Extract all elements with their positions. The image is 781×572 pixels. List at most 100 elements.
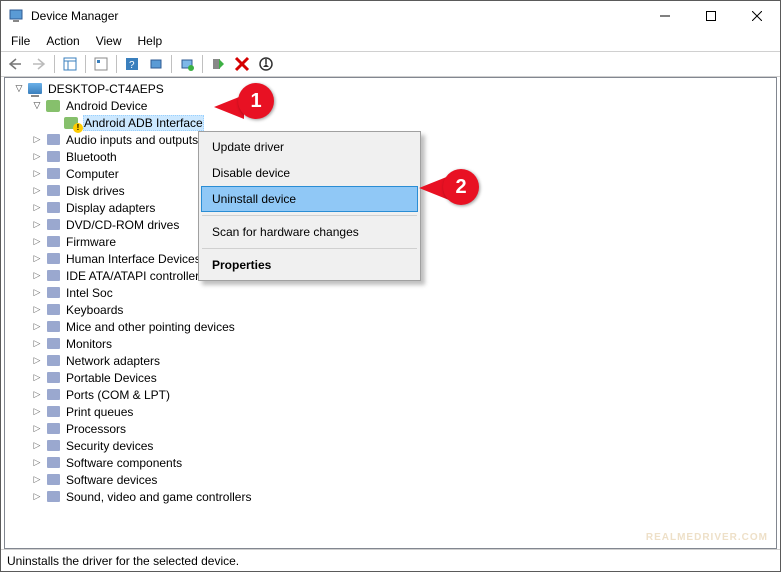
tree-category-label: Mice and other pointing devices	[65, 320, 236, 334]
chevron-right-icon[interactable]	[29, 268, 45, 284]
tree-category[interactable]: Print queues	[7, 403, 776, 420]
forward-button[interactable]	[27, 53, 51, 75]
callout-2: 2	[443, 169, 479, 205]
tree-item-label: Android ADB Interface	[83, 115, 204, 131]
context-separator	[202, 215, 417, 216]
chevron-right-icon[interactable]	[29, 251, 45, 267]
context-properties[interactable]: Properties	[201, 252, 418, 278]
tree-category-android[interactable]: Android Device	[7, 97, 776, 114]
chevron-right-icon[interactable]	[29, 166, 45, 182]
chevron-right-icon[interactable]	[29, 438, 45, 454]
tree-category[interactable]: Software components	[7, 454, 776, 471]
menu-view[interactable]: View	[88, 32, 130, 50]
tree-category[interactable]: Mice and other pointing devices	[7, 318, 776, 335]
properties-button[interactable]	[89, 53, 113, 75]
window-title: Device Manager	[31, 9, 642, 23]
toolbar-separator	[171, 55, 172, 73]
svg-text:?: ?	[129, 60, 135, 71]
menu-file[interactable]: File	[3, 32, 38, 50]
tree-category-label: Processors	[65, 422, 127, 436]
chevron-down-icon[interactable]	[29, 98, 45, 114]
chevron-right-icon[interactable]	[29, 370, 45, 386]
chevron-right-icon[interactable]	[29, 319, 45, 335]
chevron-right-icon[interactable]	[29, 421, 45, 437]
chevron-right-icon[interactable]	[29, 353, 45, 369]
tree-root[interactable]: DESKTOP-CT4AEPS	[7, 80, 776, 97]
tree-category[interactable]: Monitors	[7, 335, 776, 352]
tree-category-label: Keyboards	[65, 303, 124, 317]
tree-category[interactable]: Intel Soc	[7, 284, 776, 301]
chevron-right-icon[interactable]	[29, 404, 45, 420]
device-icon	[45, 353, 61, 369]
device-icon	[45, 200, 61, 216]
chevron-down-icon[interactable]	[11, 81, 27, 97]
tree-category-label: Bluetooth	[65, 150, 118, 164]
tree-category[interactable]: Network adapters	[7, 352, 776, 369]
chevron-right-icon[interactable]	[29, 234, 45, 250]
tree-root-label: DESKTOP-CT4AEPS	[47, 82, 165, 96]
toolbar-separator	[54, 55, 55, 73]
menu-help[interactable]: Help	[130, 32, 171, 50]
tree-category[interactable]: Processors	[7, 420, 776, 437]
tree-category[interactable]: Sound, video and game controllers	[7, 488, 776, 505]
minimize-button[interactable]	[642, 1, 688, 31]
chevron-right-icon[interactable]	[29, 387, 45, 403]
tree-category-label: IDE ATA/ATAPI controllers	[65, 269, 206, 283]
context-menu: Update driver Disable device Uninstall d…	[198, 131, 421, 281]
device-icon	[45, 251, 61, 267]
chevron-right-icon[interactable]	[29, 149, 45, 165]
chevron-right-icon[interactable]	[29, 336, 45, 352]
tree-category-label: Portable Devices	[65, 371, 158, 385]
expand-placeholder	[47, 115, 63, 131]
tree-item-android-adb[interactable]: Android ADB Interface	[7, 114, 776, 131]
tree-category[interactable]: Ports (COM & LPT)	[7, 386, 776, 403]
menu-action[interactable]: Action	[38, 32, 87, 50]
chevron-right-icon[interactable]	[29, 200, 45, 216]
maximize-button[interactable]	[688, 1, 734, 31]
tree-category[interactable]: Keyboards	[7, 301, 776, 318]
enable-device-button[interactable]	[206, 53, 230, 75]
context-uninstall-device[interactable]: Uninstall device	[201, 186, 418, 212]
chevron-right-icon[interactable]	[29, 132, 45, 148]
tree-category-label: Computer	[65, 167, 120, 181]
status-text: Uninstalls the driver for the selected d…	[7, 554, 239, 568]
window-buttons	[642, 1, 780, 31]
tree-category-label: Network adapters	[65, 354, 161, 368]
device-manager-window: Device Manager File Action View Help ?	[0, 0, 781, 572]
chevron-right-icon[interactable]	[29, 183, 45, 199]
chevron-right-icon[interactable]	[29, 455, 45, 471]
tree-category-label: DVD/CD-ROM drives	[65, 218, 180, 232]
device-icon	[45, 319, 61, 335]
context-separator	[202, 248, 417, 249]
context-update-driver[interactable]: Update driver	[201, 134, 418, 160]
show-hide-tree-button[interactable]	[58, 53, 82, 75]
chevron-right-icon[interactable]	[29, 489, 45, 505]
tree-category-label: Security devices	[65, 439, 154, 453]
tree-category-label: Audio inputs and outputs	[65, 133, 199, 147]
tree-category[interactable]: Software devices	[7, 471, 776, 488]
device-icon	[45, 472, 61, 488]
tree-category[interactable]: Security devices	[7, 437, 776, 454]
device-icon	[45, 336, 61, 352]
toolbar: ?	[1, 51, 780, 77]
chevron-right-icon[interactable]	[29, 217, 45, 233]
device-icon	[45, 149, 61, 165]
disable-device-button[interactable]	[254, 53, 278, 75]
device-icon	[45, 285, 61, 301]
chevron-right-icon[interactable]	[29, 285, 45, 301]
scan-button[interactable]	[144, 53, 168, 75]
update-driver-button[interactable]	[175, 53, 199, 75]
close-button[interactable]	[734, 1, 780, 31]
chevron-right-icon[interactable]	[29, 472, 45, 488]
context-scan-hardware[interactable]: Scan for hardware changes	[201, 219, 418, 245]
tree-category[interactable]: Portable Devices	[7, 369, 776, 386]
back-button[interactable]	[3, 53, 27, 75]
device-icon	[45, 421, 61, 437]
uninstall-device-button[interactable]	[230, 53, 254, 75]
context-disable-device[interactable]: Disable device	[201, 160, 418, 186]
tree-category-label: Disk drives	[65, 184, 126, 198]
help-button[interactable]: ?	[120, 53, 144, 75]
device-icon	[45, 183, 61, 199]
chevron-right-icon[interactable]	[29, 302, 45, 318]
tree-category-label: Human Interface Devices	[65, 252, 202, 266]
